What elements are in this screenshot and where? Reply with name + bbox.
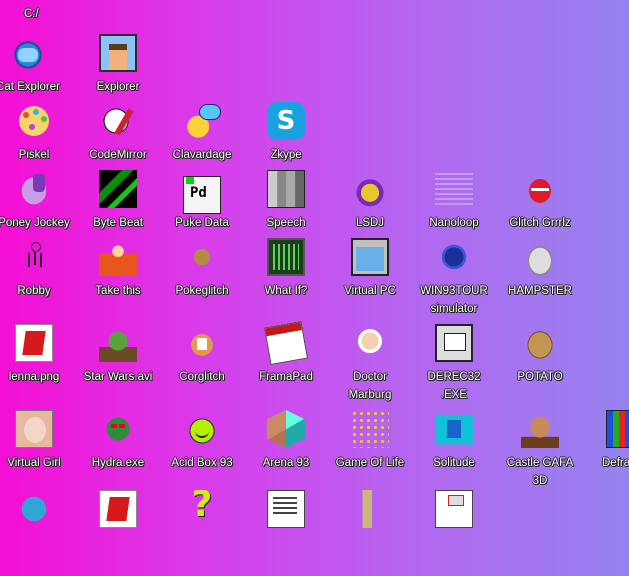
- desktop-icon-lenna-png[interactable]: lenna.png: [0, 324, 76, 410]
- cube-icon: [267, 410, 305, 448]
- icon-label: DEREC32 .EXE: [427, 371, 481, 401]
- doctor-icon: [351, 324, 389, 362]
- dolphin-icon: [15, 490, 53, 528]
- icon-label: Glitch Grrrlz: [509, 217, 571, 229]
- desktop-icon-hydra[interactable]: Hydra.exe: [76, 410, 160, 496]
- desktop-icon-solitude[interactable]: Solitude: [412, 410, 496, 496]
- speech-face-icon: [267, 170, 305, 208]
- character-icon: [99, 238, 137, 276]
- icon-label: POTATO: [517, 371, 563, 383]
- icon-label: Zkype: [270, 149, 302, 161]
- icon-label: Explorer: [96, 81, 140, 93]
- lips-icon: [521, 170, 559, 208]
- desktop-icon-castle-gafa[interactable]: Castle GAFA 3D: [498, 410, 582, 496]
- potato-icon: [521, 324, 559, 362]
- desktop-icon-question[interactable]: [160, 490, 244, 576]
- window-cursor-icon: [351, 238, 389, 276]
- bytebeat-icon: [99, 170, 137, 208]
- desktop-icon-robby[interactable]: Robby: [0, 238, 76, 324]
- desktop-icon-game-of-life[interactable]: Game Of Life: [328, 410, 412, 496]
- skype-icon: [267, 102, 305, 140]
- chat-smiley-icon: [183, 102, 221, 140]
- icon-label: Cat Explorer: [0, 81, 60, 93]
- desktop-icon-corglitch[interactable]: Corglitch: [160, 324, 244, 410]
- codemirror-icon: [99, 102, 137, 140]
- desktop-icon-image-file[interactable]: [76, 490, 160, 576]
- icon-label: Castle GAFA 3D: [506, 457, 574, 487]
- desktop-icon-arena[interactable]: Arena 93: [244, 410, 328, 496]
- desktop-icon-defrag[interactable]: Defra: [582, 410, 629, 496]
- acid-smiley-icon: [183, 410, 221, 448]
- cells-icon: [351, 410, 389, 448]
- icon-label: Solitude: [433, 457, 475, 469]
- cards-icon: [435, 410, 473, 448]
- dragon-icon: [99, 410, 137, 448]
- defrag-icon: [606, 410, 629, 448]
- nanoloop-icon: [435, 170, 473, 208]
- explorer-window-icon: [99, 34, 137, 72]
- desktop-icon-pokeglitch[interactable]: Pokeglitch: [160, 238, 244, 324]
- desktop-icon-dolphin[interactable]: [0, 490, 76, 576]
- desktop-icon-doctor-marburg[interactable]: Doctor Marburg: [328, 324, 412, 410]
- desktop-icon-virtual-pc[interactable]: Virtual PC: [328, 238, 412, 324]
- question-mark-icon: [183, 490, 221, 528]
- doom-guy-icon: [521, 410, 559, 448]
- puredata-icon: [183, 176, 221, 214]
- paint-palette-icon: [15, 102, 53, 140]
- desktop-icon-framapad[interactable]: FramaPad: [244, 320, 328, 410]
- desktop: C:/ Cat Explorer Explorer Piskel CodeMir…: [0, 0, 629, 528]
- desktop-icon-win93tour[interactable]: WIN93TOUR simulator: [412, 238, 496, 324]
- desktop-icon-hampster[interactable]: HAMPSTER: [498, 238, 582, 324]
- icon-label: WIN93TOUR simulator: [420, 285, 488, 315]
- desktop-icon-acid-box[interactable]: Acid Box 93: [160, 410, 244, 496]
- stick-figure-icon: [15, 238, 53, 276]
- image-file-icon: [99, 490, 137, 528]
- desktop-icon-derec32[interactable]: DEREC32 .EXE: [412, 324, 496, 410]
- speaker-icon: [351, 490, 389, 528]
- desktop-icon-notepad[interactable]: [244, 490, 328, 576]
- gameboy-icon: [351, 170, 389, 208]
- desktop-icon-star-wars[interactable]: Star Wars.avi: [76, 324, 160, 410]
- corgi-icon: [183, 324, 221, 362]
- terminal-icon: [267, 238, 305, 276]
- desktop-icon-mail[interactable]: [412, 490, 496, 576]
- drive-label: C:/: [24, 8, 39, 20]
- image-file-icon: [15, 324, 53, 362]
- mail-icon: [435, 490, 473, 528]
- notepad-icon: [267, 490, 305, 528]
- desktop-icon-virtual-girl[interactable]: Virtual Girl: [0, 410, 76, 496]
- computer-face-icon: [435, 324, 473, 362]
- pony-icon: [15, 170, 53, 208]
- icon-label: Nanoloop: [429, 217, 479, 229]
- desktop-icon-take-this[interactable]: Take this: [76, 238, 160, 324]
- hamster-icon: [521, 238, 559, 276]
- cat-icon: [9, 34, 47, 72]
- icon-label: Defra: [602, 457, 629, 469]
- icon-label: HAMPSTER: [508, 285, 572, 297]
- desktop-icon-what-if[interactable]: What If?: [244, 238, 328, 324]
- notepad-pencil-icon: [263, 320, 309, 366]
- desktop-icon-potato[interactable]: POTATO: [498, 324, 582, 410]
- blue-blob-icon: [435, 238, 473, 276]
- desktop-icon-speaker[interactable]: [328, 490, 412, 576]
- pokeglitch-icon: [183, 238, 221, 276]
- girl-face-icon: [15, 410, 53, 448]
- yoda-icon: [99, 324, 137, 362]
